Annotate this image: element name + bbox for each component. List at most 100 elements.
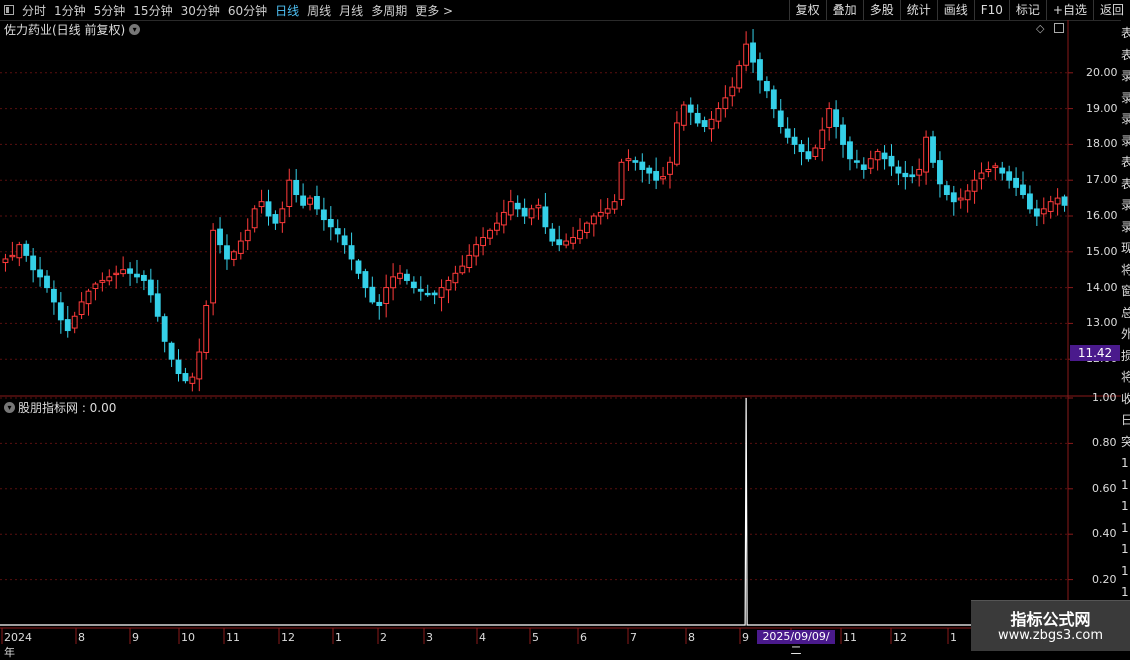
candle-body [286,179,293,208]
candle-body [258,201,265,208]
candle-body [943,185,950,196]
candle-body [667,161,673,175]
candle-body [833,109,840,127]
x-tick-label: 9 [742,631,749,644]
x-tick-label: 12 [893,631,907,644]
y-tick-label: 1.00 [1092,391,1117,404]
candle-body [992,165,999,168]
candle-body [424,292,431,296]
candle-body [71,315,78,329]
candle-body [1033,208,1040,217]
y-tick-label: 14.00 [1086,280,1118,294]
strip-char: 录 [1121,112,1130,126]
strip-char: 表 [1121,47,1130,62]
candle-body [514,202,521,210]
candle-body [715,108,722,122]
candle-body [528,208,535,219]
candle-body [701,120,708,127]
candle-body [597,211,604,217]
x-tick-label: 11 [843,631,857,644]
watermark-url: www.zbgs3.com [997,628,1104,643]
candle-body [438,287,445,298]
candle-body [99,279,106,283]
candle-body [30,255,37,271]
candle-body [203,305,210,353]
y-tick-label: 0.80 [1092,436,1117,450]
candle-body [85,290,92,305]
x-tick-label: 8 [688,631,695,644]
candle-body [480,236,487,247]
candle-body [487,229,493,239]
y-tick-label: 20.00 [1086,65,1118,79]
candle-body [237,240,244,254]
candle-body [653,171,660,181]
x-tick-label: 7 [630,631,637,644]
candle-body [902,172,909,178]
candle-body [279,208,286,224]
candle-body [459,265,466,274]
candle-body [1061,196,1068,206]
watermark-logo: 指标公式网 www.zbgs3.com [971,600,1130,651]
candle-body [37,269,43,278]
y-tick-label: 17.00 [1086,173,1118,187]
strip-char: 表 [1121,26,1130,40]
strip-char: 总 [1121,305,1130,320]
candle-body [244,229,251,242]
candle-body [971,179,978,192]
candle-body [826,108,833,128]
cursor-date-tag: 2025/09/09/二 [757,630,835,657]
y-tick-label: 0.40 [1092,527,1117,541]
candle-body [957,197,964,201]
candle-body [937,160,943,185]
candle-body [805,151,812,160]
candle-body [217,228,223,246]
y-tick-label: 15.00 [1086,244,1118,258]
candle-body [694,112,701,124]
strip-char: 录 [1121,133,1130,148]
candle-body [410,281,417,289]
strip-char: 1 [1121,477,1129,492]
candle-body [307,197,313,205]
strip-char: 收 [1121,391,1130,406]
candle-body [729,86,736,97]
candle-body [16,244,23,259]
strip-char: 窗 [1121,284,1130,298]
strip-char: 录 [1121,219,1130,234]
candle-body [210,229,217,304]
candle-body [320,209,327,221]
candle-body [916,168,923,176]
x-tick-label: 9 [132,631,139,644]
candle-body [140,274,147,281]
x-tick-label: 2024年 [4,631,32,659]
candle-body [78,301,85,316]
x-tick-label: 10 [181,631,195,644]
candle-body [341,235,348,246]
candle-body [272,214,279,224]
candle-body [535,204,542,209]
candle-body [1027,193,1033,210]
y-tick-label: 18.00 [1086,137,1118,151]
x-tick-label: 1 [950,631,957,644]
candle-body [265,201,272,217]
candle-body [632,160,639,163]
candle-body [708,118,715,130]
candle-body [23,243,30,256]
candle-body [9,254,16,258]
y-tick-label: 19.00 [1086,101,1118,115]
candle-body [847,141,853,160]
candle-body [750,42,756,63]
x-tick-label: 4 [479,631,486,644]
candle-body [348,245,355,260]
candle-body [355,260,362,274]
kline-chart[interactable] [0,0,1130,650]
candle-body [417,288,424,292]
strip-char: 1 [1121,520,1129,535]
candle-body [673,122,680,165]
candle-body [874,151,881,161]
y-tick-label: 0.60 [1092,481,1117,495]
candle-body [154,293,161,317]
candle-body [743,43,750,66]
candle-body [784,128,791,138]
candle-body [362,271,369,289]
strip-char: 将 [1121,370,1130,384]
